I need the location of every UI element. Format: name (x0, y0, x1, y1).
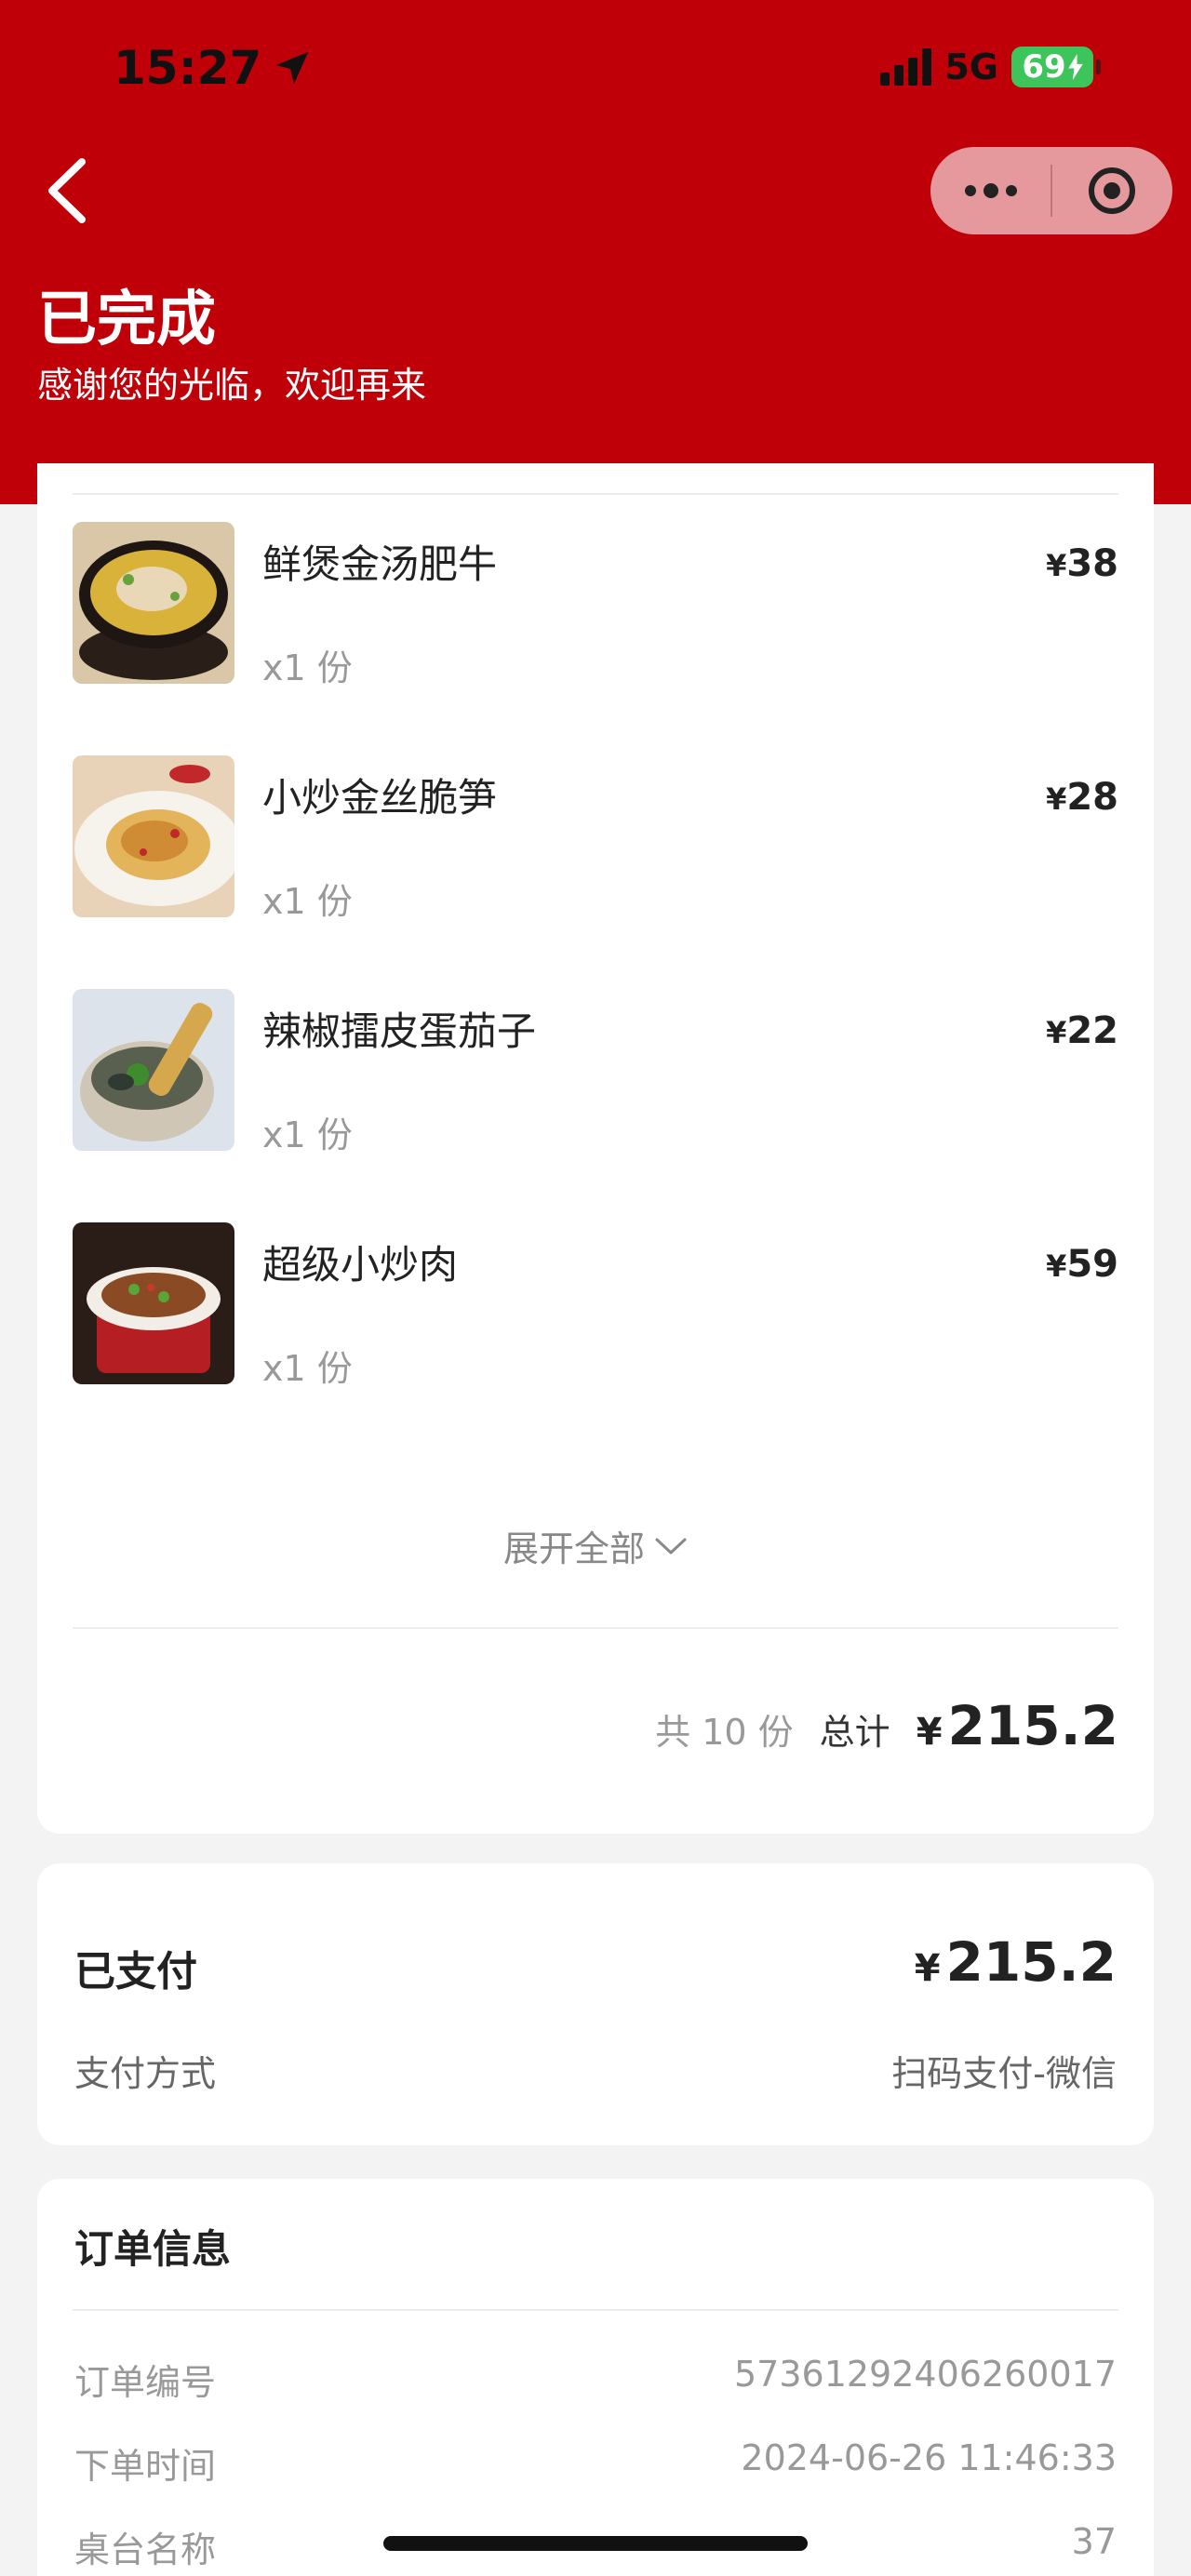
order-info-card: 订单信息 订单编号 57361292406260017 下单时间 2024-06… (37, 2179, 1154, 2576)
battery-level: 69 (1022, 48, 1066, 86)
divider (73, 1627, 1118, 1629)
page-title: 已完成 (37, 286, 216, 354)
dish-quantity: x1 份 (262, 1348, 353, 1389)
currency-symbol: ¥ (916, 1711, 943, 1754)
paid-amount-value: 215.2 (945, 1930, 1117, 1994)
dish-name: 辣椒擂皮蛋茄子 (262, 1008, 537, 1054)
total-amount-value: 215.2 (947, 1694, 1118, 1757)
table-name-value: 37 (1071, 2521, 1117, 2562)
divider (73, 493, 1118, 495)
info-label: 订单编号 (74, 2362, 217, 2403)
payment-method-value: 扫码支付-微信 (891, 2053, 1117, 2094)
total-amount: ¥215.2 (917, 1694, 1118, 1757)
currency-symbol: ¥ (914, 1947, 941, 1990)
paid-amount: ¥215.2 (915, 1930, 1117, 1994)
charging-bolt-icon (1067, 54, 1083, 80)
dish-price-value: 28 (1066, 776, 1118, 819)
order-time-value: 2024-06-26 11:46:33 (741, 2437, 1117, 2478)
dish-image (73, 1222, 234, 1384)
location-arrow-icon (275, 51, 309, 85)
signal-icon (880, 48, 932, 86)
paid-label: 已支付 (74, 1948, 197, 1995)
close-miniprogram-button[interactable] (1052, 147, 1172, 234)
currency-symbol: ¥ (1046, 1248, 1067, 1284)
expand-all-button[interactable]: 展开全部 (37, 1520, 1154, 1571)
dish-name: 鲜煲金汤肥牛 (262, 541, 498, 587)
total-label: 总计 (819, 1712, 890, 1753)
dish-image (73, 522, 234, 684)
dish-price-value: 22 (1066, 1009, 1118, 1052)
battery-icon: 69 (1011, 47, 1101, 87)
miniprogram-capsule (930, 147, 1172, 234)
dish-quantity: x1 份 (262, 881, 353, 922)
more-button[interactable] (930, 147, 1050, 234)
list-item[interactable]: 小炒金丝脆笋 x1 份 ¥28 (73, 755, 1118, 922)
status-time-text: 15:27 (114, 41, 262, 95)
order-info-title: 订单信息 (74, 2226, 232, 2272)
dish-price: ¥38 (1046, 542, 1118, 585)
currency-symbol: ¥ (1046, 1015, 1067, 1050)
payment-card: 已支付 ¥215.2 支付方式 扫码支付-微信 (37, 1863, 1154, 2145)
status-time: 15:27 (114, 41, 314, 95)
payment-method-label: 支付方式 (74, 2053, 217, 2094)
dish-quantity: x1 份 (262, 647, 353, 688)
dish-image (73, 989, 234, 1151)
network-type: 5G (944, 47, 998, 87)
dish-quantity: x1 份 (262, 1114, 353, 1155)
more-dots-icon (964, 183, 1017, 198)
dish-price-value: 38 (1066, 542, 1118, 585)
dish-name: 小炒金丝脆笋 (262, 775, 498, 821)
list-item[interactable]: 超级小炒肉 x1 份 ¥59 (73, 1222, 1118, 1389)
dish-price: ¥28 (1046, 776, 1118, 819)
expand-all-label: 展开全部 (502, 1528, 645, 1569)
order-items-card: 鲜煲金汤肥牛 x1 份 ¥38 小炒金丝脆笋 x1 份 ¥28 辣椒擂皮蛋茄子 … (37, 463, 1154, 1834)
dish-name: 超级小炒肉 (262, 1242, 459, 1288)
order-number-value[interactable]: 57361292406260017 (734, 2354, 1117, 2395)
currency-symbol: ¥ (1046, 781, 1067, 817)
chevron-left-icon (48, 158, 86, 223)
dish-price: ¥22 (1046, 1009, 1118, 1052)
dish-price-value: 59 (1066, 1243, 1118, 1286)
currency-symbol: ¥ (1046, 548, 1067, 583)
info-label: 桌台名称 (74, 2529, 217, 2570)
list-item[interactable]: 辣椒擂皮蛋茄子 x1 份 ¥22 (73, 989, 1118, 1155)
list-item[interactable]: 鲜煲金汤肥牛 x1 份 ¥38 (73, 522, 1118, 688)
home-indicator (383, 2536, 808, 2551)
order-total-row: 共 10 份 总计 ¥215.2 (655, 1694, 1118, 1757)
status-indicators: 5G 69 (880, 47, 1101, 87)
dish-image (73, 755, 234, 917)
dish-price: ¥59 (1046, 1243, 1118, 1286)
divider (73, 2309, 1118, 2311)
page-subtitle: 感谢您的光临，欢迎再来 (37, 365, 427, 406)
back-button[interactable] (39, 158, 95, 223)
target-circle-icon (1089, 167, 1136, 214)
header-bar: 15:27 5G 69 已完成 感谢您的光临，欢迎再来 (0, 0, 1191, 504)
chevron-down-icon (655, 1538, 687, 1554)
info-label: 下单时间 (74, 2446, 217, 2487)
total-count: 共 10 份 (655, 1712, 794, 1753)
